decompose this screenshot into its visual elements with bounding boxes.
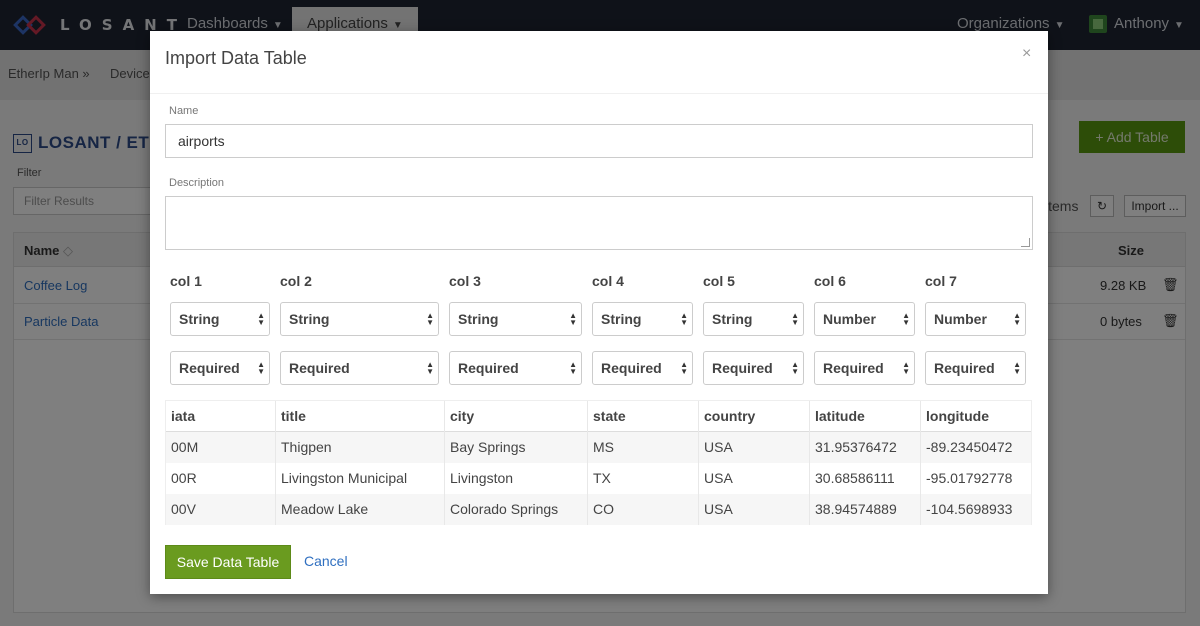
table-row: 00V Meadow Lake Colorado Springs CO USA … [166,494,1031,525]
select-value: Required [712,360,773,376]
select-value: Number [934,311,987,327]
select-arrows-icon: ▲ ▼ [1013,360,1021,376]
column-type-select[interactable]: String ▲ ▼ [592,302,693,336]
column-required-select[interactable]: Required ▲ ▼ [592,351,693,385]
column-type-select[interactable]: String ▲ ▼ [170,302,270,336]
name-label: Name [169,105,199,117]
select-value: String [458,311,499,327]
select-arrows-icon: ▲ ▼ [791,360,799,376]
select-value: Required [934,360,995,376]
preview-cell: Livingston Municipal [276,463,445,494]
preview-header-cell: title [276,401,445,432]
column-type-select[interactable]: Number ▲ ▼ [925,302,1026,336]
preview-header-row: iata title city state country latitude l… [166,401,1031,432]
preview-cell: USA [699,494,810,525]
select-arrows-icon: ▲ ▼ [902,311,910,327]
close-icon[interactable]: × [1022,45,1031,63]
column-label: col 2 [280,273,312,289]
preview-header-cell: latitude [810,401,921,432]
select-arrows-icon: ▲ ▼ [257,311,265,327]
save-data-table-button[interactable]: Save Data Table [165,545,291,579]
select-arrows-icon: ▲ ▼ [791,311,799,327]
select-arrows-icon: ▲ ▼ [1013,311,1021,327]
preview-cell: MS [588,432,699,463]
table-row: 00M Thigpen Bay Springs MS USA 31.953764… [166,432,1031,463]
column-required-select[interactable]: Required ▲ ▼ [814,351,915,385]
column-label: col 4 [592,273,624,289]
column-required-select[interactable]: Required ▲ ▼ [703,351,804,385]
column-type-select[interactable]: String ▲ ▼ [703,302,804,336]
select-value: String [601,311,642,327]
column-required-select[interactable]: Required ▲ ▼ [449,351,582,385]
table-row: 00R Livingston Municipal Livingston TX U… [166,463,1031,494]
preview-header-cell: state [588,401,699,432]
preview-cell: 00V [166,494,276,525]
select-arrows-icon: ▲ ▼ [680,311,688,327]
modal-divider [150,93,1048,94]
cancel-button[interactable]: Cancel [304,553,348,569]
select-value: Required [823,360,884,376]
select-value: String [289,311,330,327]
preview-header-cell: country [699,401,810,432]
name-field[interactable]: airports [165,124,1033,158]
import-data-table-modal: Import Data Table × Name airports Descri… [150,31,1048,594]
column-type-select[interactable]: String ▲ ▼ [280,302,439,336]
select-arrows-icon: ▲ ▼ [426,360,434,376]
preview-cell: -89.23450472 [926,439,1013,455]
column-label: col 1 [170,273,202,289]
preview-header-cell: iata [166,401,276,432]
preview-cell: Livingston [445,463,588,494]
column-label: col 6 [814,273,846,289]
select-arrows-icon: ▲ ▼ [902,360,910,376]
preview-cell: CO [588,494,699,525]
column-label: col 5 [703,273,735,289]
select-arrows-icon: ▲ ▼ [569,311,577,327]
description-field[interactable] [165,196,1033,250]
preview-header-cell: city [445,401,588,432]
select-value: String [712,311,753,327]
preview-cell: Colorado Springs [445,494,588,525]
select-value: Required [458,360,519,376]
modal-title: Import Data Table [165,48,307,68]
preview-cell: 38.94574889 [810,494,921,525]
preview-cell: TX [588,463,699,494]
preview-header-cell: longitude [926,408,989,424]
preview-cell: -95.01792778 [926,470,1013,486]
data-preview-table: iata title city state country latitude l… [165,400,1032,525]
column-label: col 7 [925,273,957,289]
column-type-select[interactable]: Number ▲ ▼ [814,302,915,336]
select-arrows-icon: ▲ ▼ [569,360,577,376]
column-required-select[interactable]: Required ▲ ▼ [925,351,1026,385]
select-value: Required [179,360,240,376]
preview-cell: 30.68586111 [810,463,921,494]
select-value: String [179,311,220,327]
column-label: col 3 [449,273,481,289]
preview-cell: 31.95376472 [810,432,921,463]
preview-cell: Thigpen [276,432,445,463]
select-arrows-icon: ▲ ▼ [426,311,434,327]
preview-cell: USA [699,463,810,494]
preview-cell: Bay Springs [445,432,588,463]
select-value: Required [289,360,350,376]
select-value: Required [601,360,662,376]
preview-cell: 00M [166,432,276,463]
description-label: Description [169,177,225,189]
preview-cell: USA [699,432,810,463]
select-value: Number [823,311,876,327]
preview-cell: -104.5698933 [926,501,1013,517]
column-required-select[interactable]: Required ▲ ▼ [280,351,439,385]
preview-cell: Meadow Lake [276,494,445,525]
select-arrows-icon: ▲ ▼ [680,360,688,376]
column-type-select[interactable]: String ▲ ▼ [449,302,582,336]
preview-cell: 00R [166,463,276,494]
select-arrows-icon: ▲ ▼ [257,360,265,376]
column-required-select[interactable]: Required ▲ ▼ [170,351,270,385]
